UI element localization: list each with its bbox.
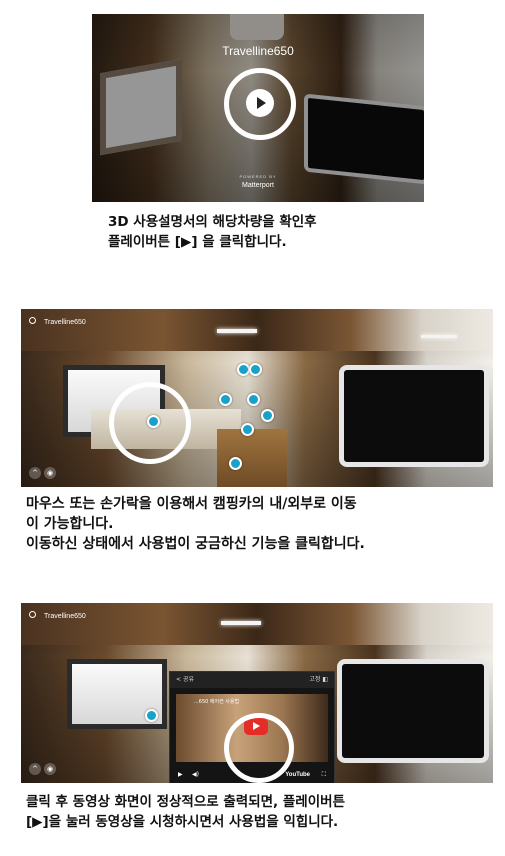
highlight-ring <box>109 382 191 464</box>
hotspot-dot[interactable] <box>247 393 260 406</box>
ceiling-light <box>217 329 257 333</box>
location-text: Travelline650 <box>44 319 86 326</box>
caption-step-2: 마우스 또는 손가락을 이용해서 캠핑카의 내/외부로 이동 이 가능합니다. … <box>26 494 365 554</box>
hotspot-dot[interactable] <box>219 393 232 406</box>
ceiling-light <box>221 621 261 625</box>
wall-tv <box>339 365 489 467</box>
location-label[interactable]: Travelline650 <box>29 317 86 326</box>
location-text: Travelline650 <box>44 613 86 620</box>
caption-line: [▶]을 눌러 동영상을 시청하시면서 사용법을 익힙니다. <box>26 814 339 830</box>
caption-line: 이동하신 상태에서 사용법이 궁금하신 기능을 클릭합니다. <box>26 536 365 552</box>
tour-controls: ^ ◉ <box>29 763 59 775</box>
tour-start-screenshot: Travelline650 POWERED BY Matterport <box>92 14 424 202</box>
hotspot-dot[interactable] <box>145 709 158 722</box>
search-icon[interactable] <box>29 317 36 324</box>
powered-by-label: POWERED BY <box>239 174 277 179</box>
caption-line: 마우스 또는 손가락을 이용해서 캠핑카의 내/외부로 이동 <box>26 496 357 512</box>
wall-tv <box>337 659 489 763</box>
view-mode-icon[interactable]: ◉ <box>44 467 56 479</box>
video-title: ...650 에어컨 사용법 <box>194 699 240 705</box>
tour-navigation-screenshot: Travelline650 ^ ◉ <box>21 309 493 487</box>
tour-video-screenshot: Travelline650 ^ ◉ < 공유 고정 ◧ ...650 에어컨 사용… <box>21 603 493 783</box>
hotspot-dot[interactable] <box>229 457 242 470</box>
tour-controls: ^ ◉ <box>29 467 59 479</box>
popup-header: < 공유 고정 ◧ <box>170 672 334 688</box>
overhead-cabinets <box>21 309 493 351</box>
caption-step-1: 3D 사용설명서의 해당차량을 확인후 플레이버튼 [▶] 을 클릭합니다. <box>108 212 317 252</box>
search-icon[interactable] <box>29 611 36 618</box>
pin-label: 고정 <box>309 676 321 683</box>
ceiling-light <box>421 335 457 338</box>
collapse-icon[interactable]: ^ <box>29 467 41 479</box>
caption-line: 3D 사용설명서의 해당차량을 확인후 <box>108 214 317 230</box>
tour-title: Travelline650 <box>222 44 294 58</box>
hotspot-dot[interactable] <box>249 363 262 376</box>
play-icon[interactable]: ▶ <box>178 766 183 783</box>
hotspot-dot[interactable] <box>261 409 274 422</box>
hotspot-dot[interactable] <box>241 423 254 436</box>
highlight-ring <box>224 713 294 783</box>
caption-step-3: 클릭 후 동영상 화면이 정상적으로 출력되면, 플레이버튼 [▶]을 눌러 동… <box>26 792 345 832</box>
pin-button[interactable]: 고정 ◧ <box>309 672 328 688</box>
collapse-icon[interactable]: ^ <box>29 763 41 775</box>
caption-line: 이 가능합니다. <box>26 516 114 532</box>
matterport-logo: Matterport <box>242 182 274 189</box>
caption-line: 플레이버튼 [▶] 을 클릭합니다. <box>108 234 287 250</box>
caption-line: 클릭 후 동영상 화면이 정상적으로 출력되면, 플레이버튼 <box>26 794 345 810</box>
fullscreen-icon[interactable]: ⛶ <box>322 766 326 783</box>
youtube-logo[interactable]: YouTube <box>285 766 310 783</box>
location-label[interactable]: Travelline650 <box>29 611 86 620</box>
share-button[interactable]: < 공유 <box>176 672 194 688</box>
floor <box>217 429 287 487</box>
share-label: 공유 <box>182 676 194 683</box>
view-mode-icon[interactable]: ◉ <box>44 763 56 775</box>
play-button[interactable] <box>246 89 274 117</box>
volume-icon[interactable]: ◀) <box>192 766 199 783</box>
